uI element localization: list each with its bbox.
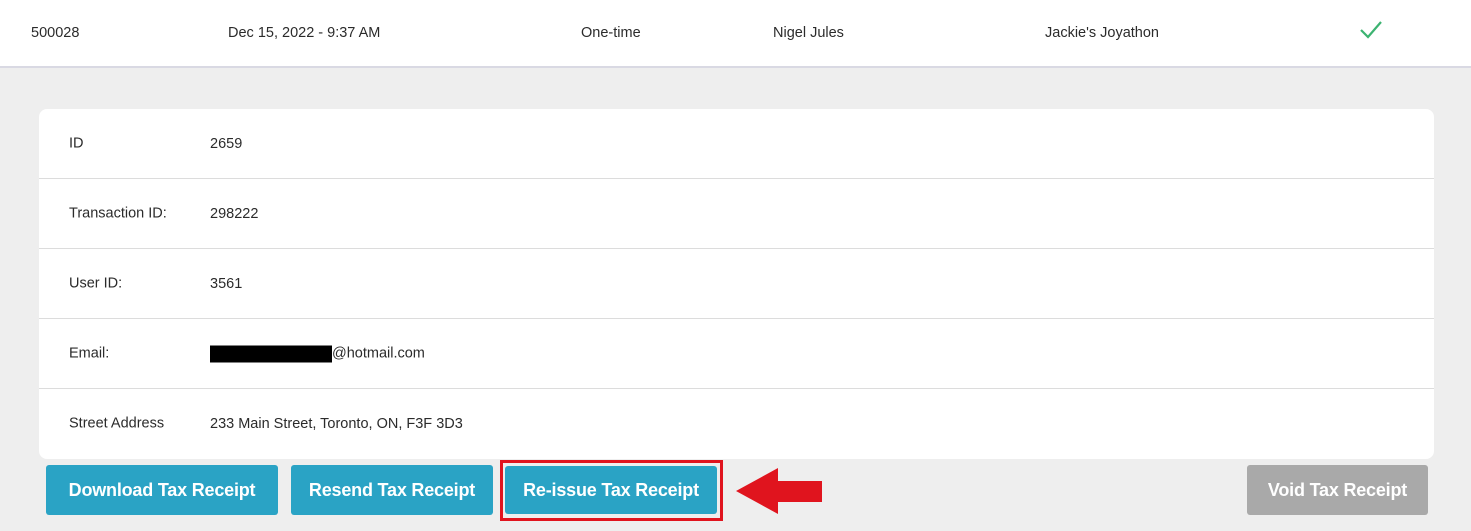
detail-value: 298222 xyxy=(210,205,259,222)
transaction-type: One-time xyxy=(581,25,641,41)
detail-label: ID xyxy=(69,135,84,151)
detail-label: Street Address xyxy=(69,415,165,432)
detail-row-street-address: Street Address 233 Main Street, Toronto,… xyxy=(39,389,1434,459)
detail-label: Email: xyxy=(69,345,110,361)
transaction-date: Dec 15, 2022 - 9:37 AM xyxy=(228,25,381,41)
redaction-block xyxy=(210,345,332,362)
detail-label: User ID: xyxy=(69,275,123,291)
download-tax-receipt-button[interactable]: Download Tax Receipt xyxy=(46,465,278,515)
detail-row-user-id: User ID: 3561 xyxy=(39,249,1434,319)
detail-row-email: Email: @hotmail.com xyxy=(39,319,1434,389)
reissue-tax-receipt-button[interactable]: Re-issue Tax Receipt xyxy=(505,466,717,514)
email-domain: @hotmail.com xyxy=(332,345,425,362)
transaction-row[interactable]: 500028 Dec 15, 2022 - 9:37 AM One-time N… xyxy=(0,0,1471,68)
transaction-details-card: ID 2659 Transaction ID: 298222 User ID: … xyxy=(39,109,1434,459)
email-value: @hotmail.com xyxy=(210,345,425,362)
detail-value: 2659 xyxy=(210,135,243,152)
check-icon xyxy=(1359,18,1383,46)
void-tax-receipt-button[interactable]: Void Tax Receipt xyxy=(1247,465,1428,515)
detail-value: 3561 xyxy=(210,275,243,292)
resend-tax-receipt-button[interactable]: Resend Tax Receipt xyxy=(291,465,493,515)
detail-value: 233 Main Street, Toronto, ON, F3F 3D3 xyxy=(210,416,463,432)
detail-label: Transaction ID: xyxy=(69,205,167,221)
transaction-number: 500028 xyxy=(31,25,80,41)
detail-row-transaction-id: Transaction ID: 298222 xyxy=(39,179,1434,249)
donor-name: Nigel Jules xyxy=(773,25,844,41)
detail-row-id: ID 2659 xyxy=(39,109,1434,179)
left-arrow-icon xyxy=(736,466,824,521)
campaign-name: Jackie's Joyathon xyxy=(1045,25,1159,41)
